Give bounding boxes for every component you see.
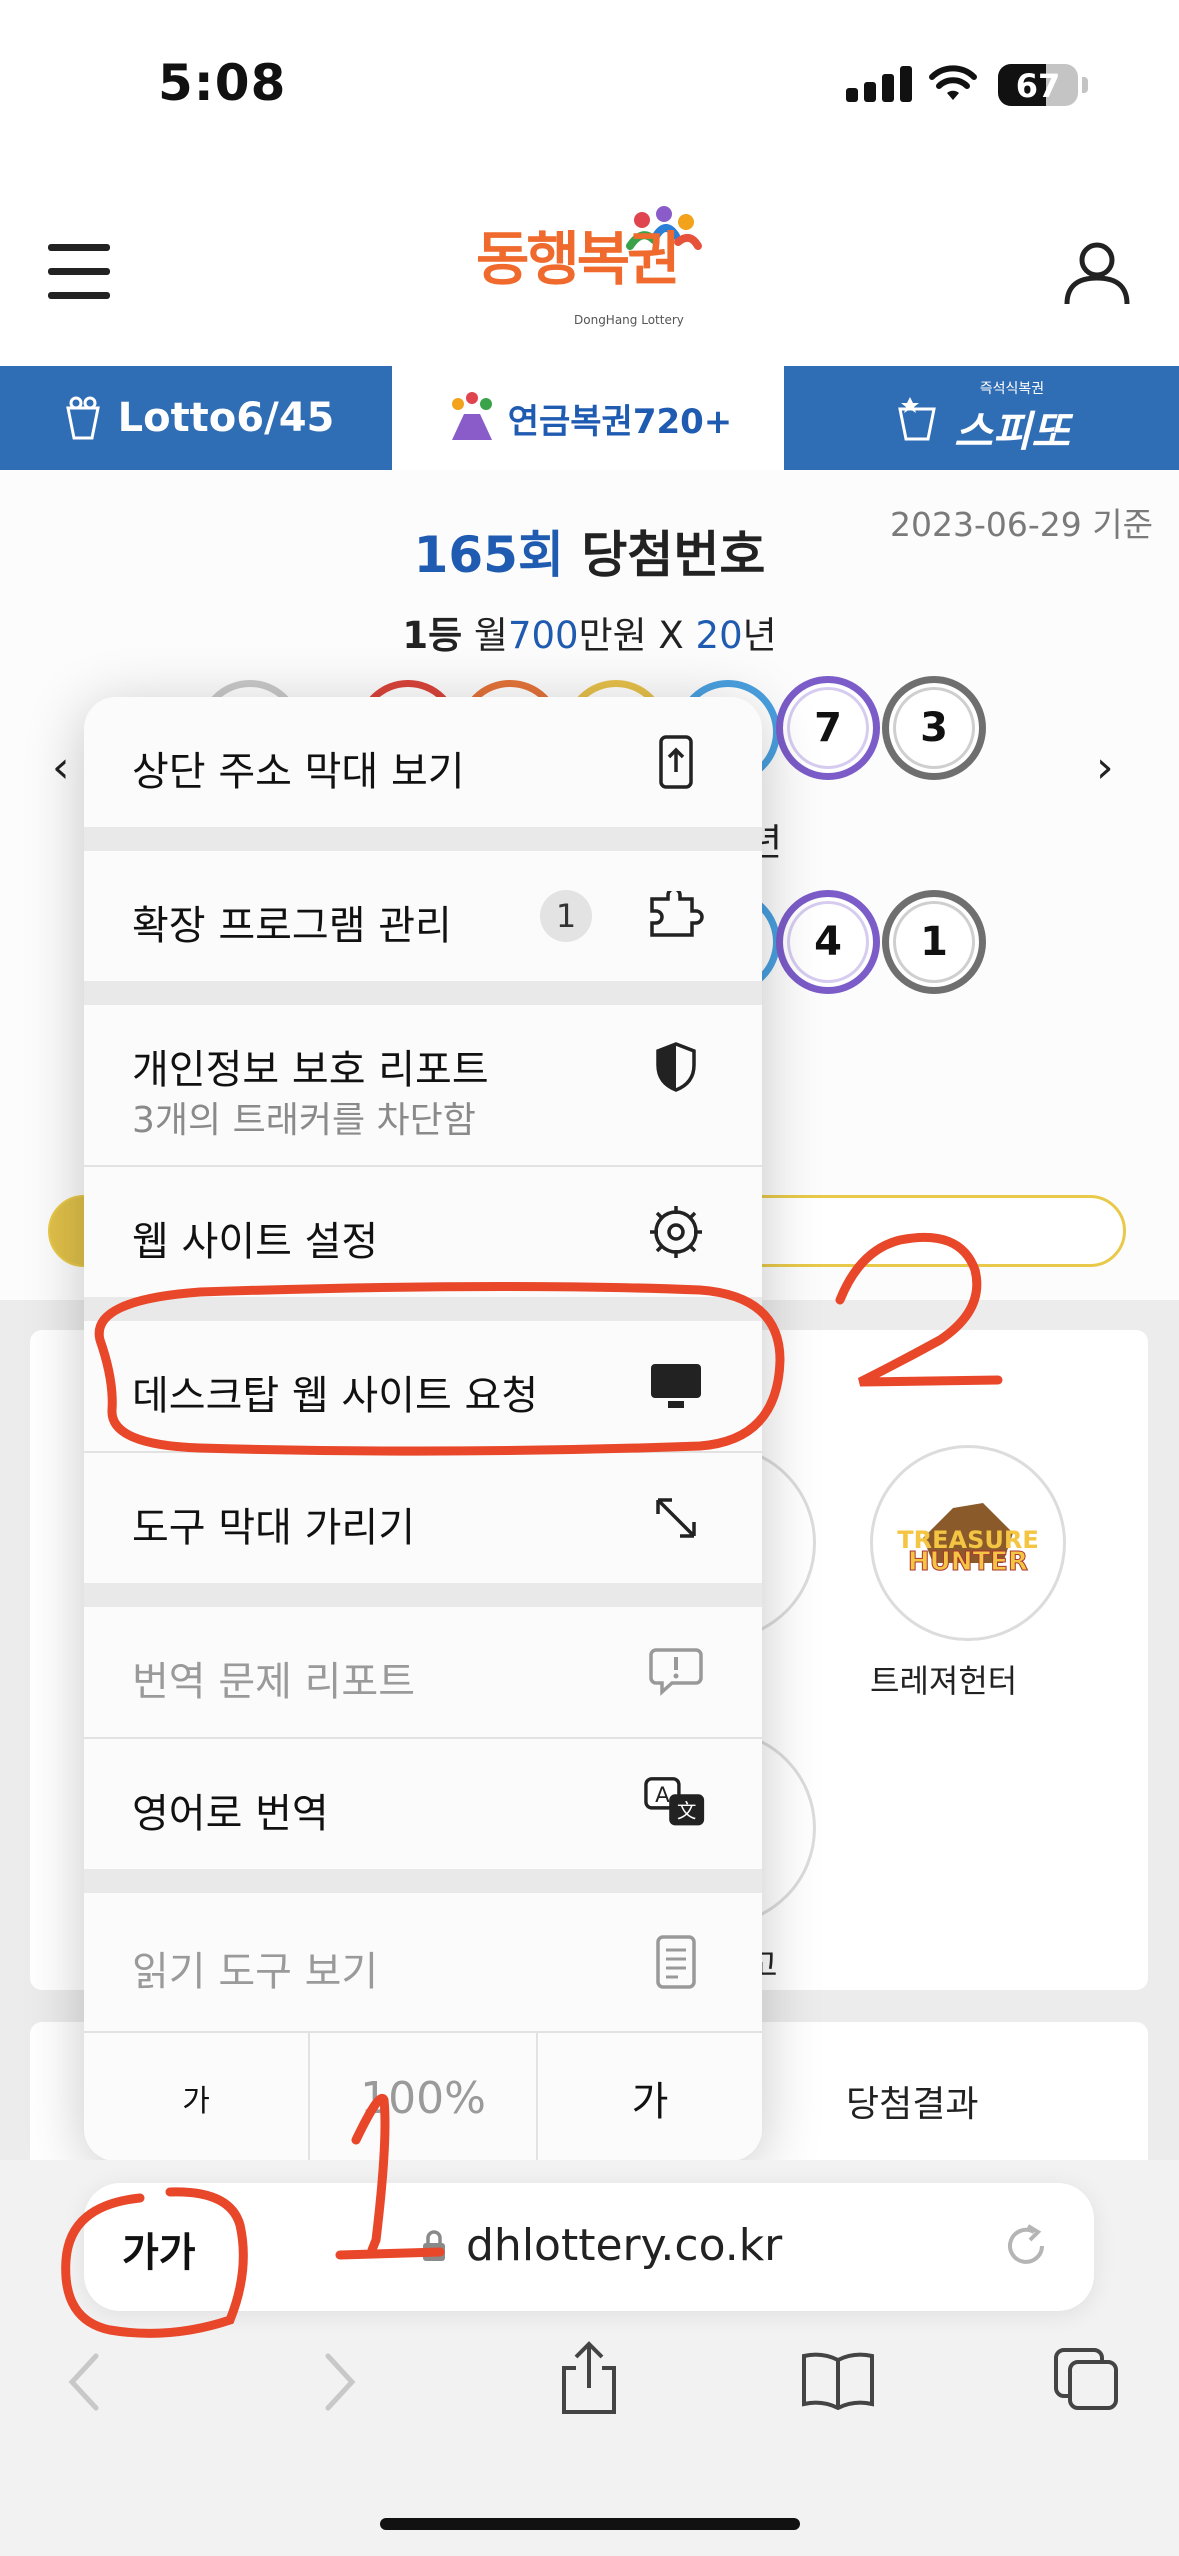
pension-lottery-icon bbox=[451, 392, 492, 440]
reload-icon[interactable] bbox=[1000, 2220, 1052, 2272]
battery-level: 67 bbox=[1015, 67, 1061, 105]
prize-amount: 700 bbox=[507, 614, 579, 657]
forward-arrow-icon[interactable] bbox=[320, 2350, 360, 2414]
menu-item-show-reader: 읽기 도구 보기 bbox=[84, 1893, 762, 2031]
translate-icon: A文 bbox=[644, 1772, 708, 1836]
back-arrow-icon[interactable] bbox=[64, 2350, 104, 2414]
tab-lotto[interactable]: Lotto6/45 bbox=[0, 366, 392, 470]
menu-item-show-top-address-bar[interactable]: 상단 주소 막대 보기 bbox=[84, 697, 762, 827]
menu-group-gap bbox=[84, 1583, 762, 1607]
lotto-bag-icon bbox=[65, 396, 100, 440]
share-icon[interactable] bbox=[556, 2340, 622, 2416]
status-time: 5:08 bbox=[158, 54, 287, 112]
tab-speetto-sublabel: 즉석식복권 bbox=[979, 380, 1045, 397]
svg-text:文: 文 bbox=[677, 1800, 696, 1823]
prize-rank: 1등 bbox=[402, 614, 463, 657]
brand-subtitle: DongHang Lottery bbox=[574, 313, 684, 327]
exclamation-bubble-icon bbox=[644, 1640, 708, 1704]
reader-document-icon bbox=[644, 1930, 708, 1994]
tabs-overview-icon[interactable] bbox=[1052, 2346, 1122, 2412]
gear-icon bbox=[644, 1200, 708, 1264]
menu-group-gap bbox=[84, 981, 762, 1005]
menu-item-label: 웹 사이트 설정 bbox=[132, 1219, 379, 1265]
menu-item-label: 확장 프로그램 관리 bbox=[132, 903, 452, 949]
results-tab[interactable]: 당첨결과 bbox=[846, 2075, 978, 2127]
zoom-out-button[interactable]: 가 bbox=[84, 2033, 308, 2161]
lottery-tab-bar: Lotto6/45 연금복권720+ 즉석식복권 스피또 bbox=[0, 366, 1179, 470]
safari-page-menu: 상단 주소 막대 보기 확장 프로그램 관리 1 개인정보 보호 리포트 3개의… bbox=[84, 697, 762, 2161]
menu-item-hide-toolbar[interactable]: 도구 막대 가리기 bbox=[84, 1453, 762, 1583]
chevron-right-icon[interactable]: › bbox=[1096, 742, 1114, 793]
number-ball: 1 bbox=[882, 890, 986, 994]
privacy-report-subtitle: 3개의 트래커를 차단함 bbox=[132, 1100, 476, 1141]
menu-group-gap bbox=[84, 827, 762, 851]
menu-item-label: 읽기 도구 보기 bbox=[132, 1949, 379, 1995]
zoom-in-button[interactable]: 가 bbox=[538, 2033, 762, 2161]
menu-item-label: 도구 막대 가리기 bbox=[132, 1505, 416, 1551]
svg-text:HUNTER: HUNTER bbox=[908, 1547, 1028, 1577]
home-indicator bbox=[380, 2518, 800, 2530]
svg-text:A: A bbox=[655, 1783, 670, 1808]
menu-item-label: 데스크탑 웹 사이트 요청 bbox=[132, 1373, 539, 1419]
prize-years: 20 bbox=[695, 614, 743, 657]
brand-logo[interactable]: 동행복권 bbox=[476, 212, 680, 296]
prize-line: 1등 월700만원 X 20년 bbox=[0, 605, 1179, 659]
menu-item-label: 번역 문제 리포트 bbox=[132, 1659, 416, 1705]
tab-lotto-label: Lotto6/45 bbox=[117, 395, 335, 441]
menu-item-privacy-report[interactable]: 개인정보 보호 리포트 3개의 트래커를 차단함 bbox=[84, 1005, 762, 1165]
menu-item-translate-to-english[interactable]: 영어로 번역 A文 bbox=[84, 1739, 762, 1869]
zoom-level[interactable]: 100% bbox=[310, 2033, 536, 2161]
expand-arrows-icon bbox=[644, 1486, 708, 1550]
number-ball: 3 bbox=[882, 676, 986, 780]
game-thumbnail-treasure-hunter[interactable]: TREASURE HUNTER bbox=[870, 1445, 1066, 1641]
prize-text-year: 년 bbox=[742, 614, 777, 657]
tab-pension-label: 연금복권720+ bbox=[507, 401, 733, 442]
menu-item-report-translation-issue: 번역 문제 리포트 bbox=[84, 1607, 762, 1737]
round-title: 165회 당첨번호 bbox=[0, 515, 1179, 587]
cellular-signal-icon bbox=[846, 66, 918, 102]
url-text[interactable]: dhlottery.co.kr bbox=[466, 2220, 782, 2271]
number-ball: 4 bbox=[776, 890, 880, 994]
treasure-hunter-logo-icon: TREASURE HUNTER bbox=[897, 1503, 1039, 1578]
round-title-suffix: 당첨번호 bbox=[581, 526, 766, 584]
extensions-count-badge: 1 bbox=[540, 890, 592, 942]
chevron-left-icon[interactable]: ‹ bbox=[52, 742, 70, 793]
menu-item-request-desktop-site[interactable]: 데스크탑 웹 사이트 요청 bbox=[84, 1321, 762, 1451]
prize-text-month: 월 bbox=[473, 614, 508, 657]
top-address-bar-icon bbox=[644, 730, 708, 794]
tab-speetto-label: 스피또 bbox=[954, 406, 1070, 456]
prize-text-unit: 만원 X bbox=[578, 614, 684, 657]
menu-item-label: 영어로 번역 bbox=[132, 1791, 329, 1837]
menu-group-gap bbox=[84, 1869, 762, 1893]
number-ball: 7 bbox=[776, 676, 880, 780]
menu-item-label: 상단 주소 막대 보기 bbox=[132, 749, 465, 795]
speetto-bag-icon bbox=[898, 397, 936, 441]
tab-pension-lottery[interactable]: 연금복권720+ bbox=[392, 366, 784, 470]
page-format-button[interactable]: 가가 bbox=[122, 2220, 196, 2278]
puzzle-piece-icon bbox=[644, 884, 708, 948]
round-number: 165회 bbox=[413, 526, 564, 584]
text-zoom-controls: 가 100% 가 bbox=[84, 2031, 762, 2161]
menu-item-label: 개인정보 보호 리포트 bbox=[132, 1047, 489, 1093]
bookmarks-book-icon[interactable] bbox=[800, 2350, 876, 2410]
hamburger-menu-icon[interactable] bbox=[48, 244, 110, 300]
menu-item-manage-extensions[interactable]: 확장 프로그램 관리 1 bbox=[84, 851, 762, 981]
tab-speetto[interactable]: 즉석식복권 스피또 bbox=[784, 366, 1176, 470]
battery-icon: 67 bbox=[998, 64, 1078, 106]
privacy-shield-icon bbox=[644, 1035, 708, 1099]
desktop-monitor-icon bbox=[644, 1354, 708, 1418]
battery-nub bbox=[1082, 77, 1088, 93]
user-profile-icon[interactable] bbox=[1062, 238, 1132, 308]
menu-item-website-settings[interactable]: 웹 사이트 설정 bbox=[84, 1167, 762, 1297]
wifi-icon bbox=[929, 65, 977, 100]
menu-group-gap bbox=[84, 1297, 762, 1321]
game-name[interactable]: 트레져헌터 bbox=[870, 1656, 1017, 1702]
lock-icon bbox=[423, 2230, 445, 2261]
